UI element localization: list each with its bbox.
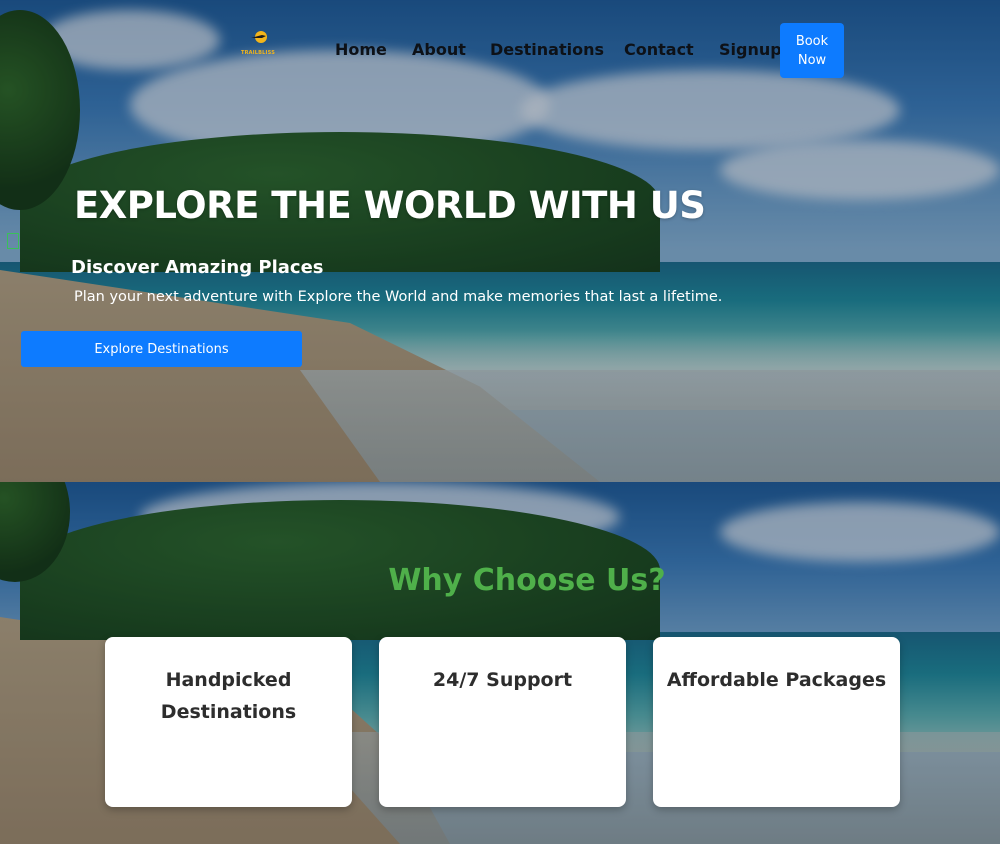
logo-text: TRAILBLISS — [240, 50, 275, 56]
book-now-button[interactable]: Book Now — [780, 23, 844, 78]
card-title: Handpicked Destinations — [160, 669, 297, 723]
focus-box — [7, 233, 19, 249]
feature-card-handpicked: Handpicked Destinations — [105, 637, 352, 807]
nav-signup[interactable]: Signup — [719, 40, 782, 59]
card-title: Affordable Packages — [666, 669, 887, 691]
airplane-logo-icon — [251, 31, 267, 43]
card-title: 24/7 Support — [432, 669, 573, 691]
nav-home[interactable]: Home — [335, 40, 387, 59]
feature-card-support: 24/7 Support — [379, 637, 626, 807]
hero-background — [0, 0, 1000, 482]
nav-destinations[interactable]: Destinations — [490, 40, 604, 59]
overlay — [0, 0, 1000, 482]
logo[interactable]: TRAILBLISS — [236, 30, 280, 62]
explore-destinations-button[interactable]: Explore Destinations — [21, 331, 302, 367]
feature-card-affordable: Affordable Packages — [653, 637, 900, 807]
hero-title: EXPLORE THE WORLD WITH US — [74, 184, 706, 227]
nav-about[interactable]: About — [412, 40, 466, 59]
hero-subtitle: Discover Amazing Places — [71, 257, 324, 278]
hero-description: Plan your next adventure with Explore th… — [74, 289, 723, 305]
nav-contact[interactable]: Contact — [624, 40, 694, 59]
why-choose-us-title: Why Choose Us? — [388, 563, 666, 598]
